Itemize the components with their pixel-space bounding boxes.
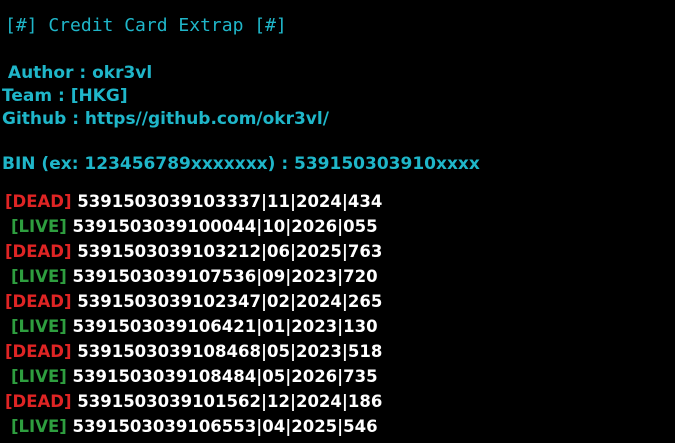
card-entry: 5391503039106421|01|2023|130 — [72, 317, 378, 336]
result-row: [DEAD] 5391503039108468|05|2023|518 — [5, 341, 382, 363]
card-entry: 5391503039101562|12|2024|186 — [77, 392, 383, 411]
team-line: Team : [HKG] — [2, 86, 128, 106]
bin-prompt-line: BIN (ex: 123456789xxxxxxx) : 53915030391… — [2, 154, 480, 174]
card-entry: 5391503039107536|09|2023|720 — [72, 267, 378, 286]
result-row: [LIVE] 5391503039106421|01|2023|130 — [5, 316, 378, 338]
terminal-window: [#] Credit Card Extrap [#] Author : okr3… — [0, 0, 675, 443]
card-entry: 5391503039106553|04|2025|546 — [72, 417, 378, 436]
result-row: [LIVE] 5391503039108484|05|2026|735 — [5, 366, 378, 388]
status-label: [DEAD] — [5, 242, 72, 261]
status-label: [LIVE] — [11, 217, 67, 236]
card-entry: 5391503039108484|05|2026|735 — [72, 367, 378, 386]
status-label: [LIVE] — [11, 367, 67, 386]
result-row: [DEAD] 5391503039101562|12|2024|186 — [5, 391, 382, 413]
author-line: Author : okr3vl — [2, 63, 153, 83]
status-label: [LIVE] — [11, 417, 67, 436]
result-row: [DEAD] 5391503039103337|11|2024|434 — [5, 191, 382, 213]
card-entry: 5391503039102347|02|2024|265 — [77, 292, 383, 311]
result-row: [DEAD] 5391503039102347|02|2024|265 — [5, 291, 382, 313]
status-label: [DEAD] — [5, 192, 72, 211]
result-row: [LIVE] 5391503039106553|04|2025|546 — [5, 416, 378, 438]
github-line: Github : https//github.com/okr3vl/ — [2, 109, 329, 129]
card-entry: 5391503039108468|05|2023|518 — [77, 342, 383, 361]
status-label: [LIVE] — [11, 317, 67, 336]
card-entry: 5391503039100044|10|2026|055 — [72, 217, 378, 236]
result-row: [LIVE] 5391503039107536|09|2023|720 — [5, 266, 378, 288]
status-label: [DEAD] — [5, 292, 72, 311]
status-label: [LIVE] — [11, 267, 67, 286]
status-label: [DEAD] — [5, 342, 72, 361]
result-row: [LIVE] 5391503039100044|10|2026|055 — [5, 216, 378, 238]
status-label: [DEAD] — [5, 392, 72, 411]
card-entry: 5391503039103337|11|2024|434 — [77, 192, 383, 211]
card-entry: 5391503039103212|06|2025|763 — [77, 242, 383, 261]
banner-title: [#] Credit Card Extrap [#] — [5, 15, 287, 36]
result-row: [DEAD] 5391503039103212|06|2025|763 — [5, 241, 382, 263]
